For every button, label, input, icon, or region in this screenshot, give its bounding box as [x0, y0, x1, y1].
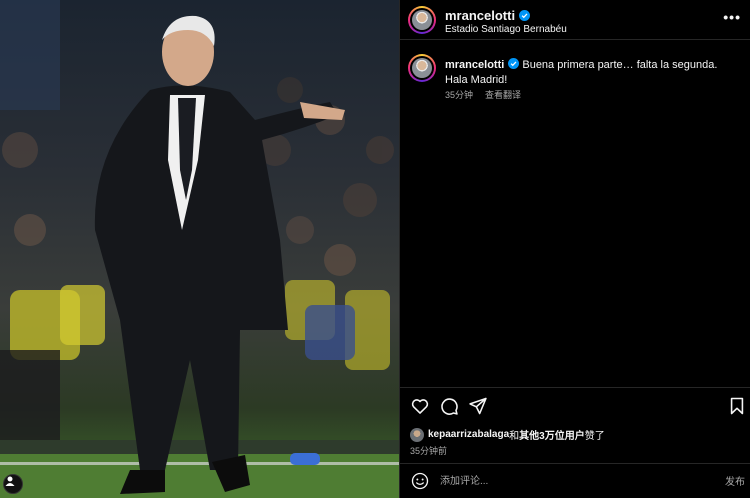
see-translation-link[interactable]: 查看翻译	[485, 90, 521, 100]
post-location[interactable]: Estadio Santiago Bernabéu	[445, 24, 567, 35]
smiley-icon[interactable]	[411, 472, 429, 490]
bookmark-icon[interactable]	[727, 396, 747, 416]
comment-input[interactable]	[440, 473, 700, 489]
paper-plane-icon[interactable]	[468, 396, 488, 416]
liker-avatar[interactable]	[410, 427, 424, 442]
likes-connector: 和	[509, 431, 520, 442]
divider	[400, 387, 750, 388]
likes-summary[interactable]: kepaarrizabalaga 和其他3万位用户 赞了	[410, 427, 605, 442]
username-text[interactable]: mrancelotti	[445, 8, 515, 23]
likes-others[interactable]: 其他3万位用户	[519, 427, 585, 442]
author-avatar[interactable]	[408, 6, 436, 34]
caption-meta: 35分钟 查看翻译	[445, 88, 521, 101]
post-comment-button[interactable]: 发布	[725, 473, 745, 488]
photo-illustration	[0, 0, 399, 498]
caption-username[interactable]: mrancelotti	[445, 59, 504, 71]
caption-author-avatar[interactable]	[408, 54, 436, 82]
post-details-panel: mrancelotti Estadio Santiago Bernabéu ••…	[399, 0, 750, 498]
comment-bubble-icon[interactable]	[439, 396, 459, 416]
post-timestamp[interactable]: 35分钟前	[410, 444, 447, 457]
liker-username[interactable]: kepaarrizabalaga	[428, 429, 509, 440]
tagged-user-icon[interactable]	[3, 474, 23, 494]
coach-figure	[94, 15, 345, 494]
post-header: mrancelotti Estadio Santiago Bernabéu ••…	[400, 0, 750, 40]
post-photo	[0, 0, 399, 498]
author-username[interactable]: mrancelotti	[445, 8, 531, 23]
verified-badge-icon	[508, 58, 520, 69]
more-options-icon[interactable]: •••	[723, 9, 741, 25]
action-bar	[400, 396, 750, 418]
post-caption: mrancelotti Buena primera parte… falta l…	[445, 58, 740, 88]
verified-badge-icon	[519, 10, 531, 21]
likes-suffix: 赞了	[584, 431, 605, 442]
comment-composer: 发布	[400, 464, 750, 498]
post-age: 35分钟	[445, 90, 474, 100]
heart-icon[interactable]	[410, 396, 430, 416]
